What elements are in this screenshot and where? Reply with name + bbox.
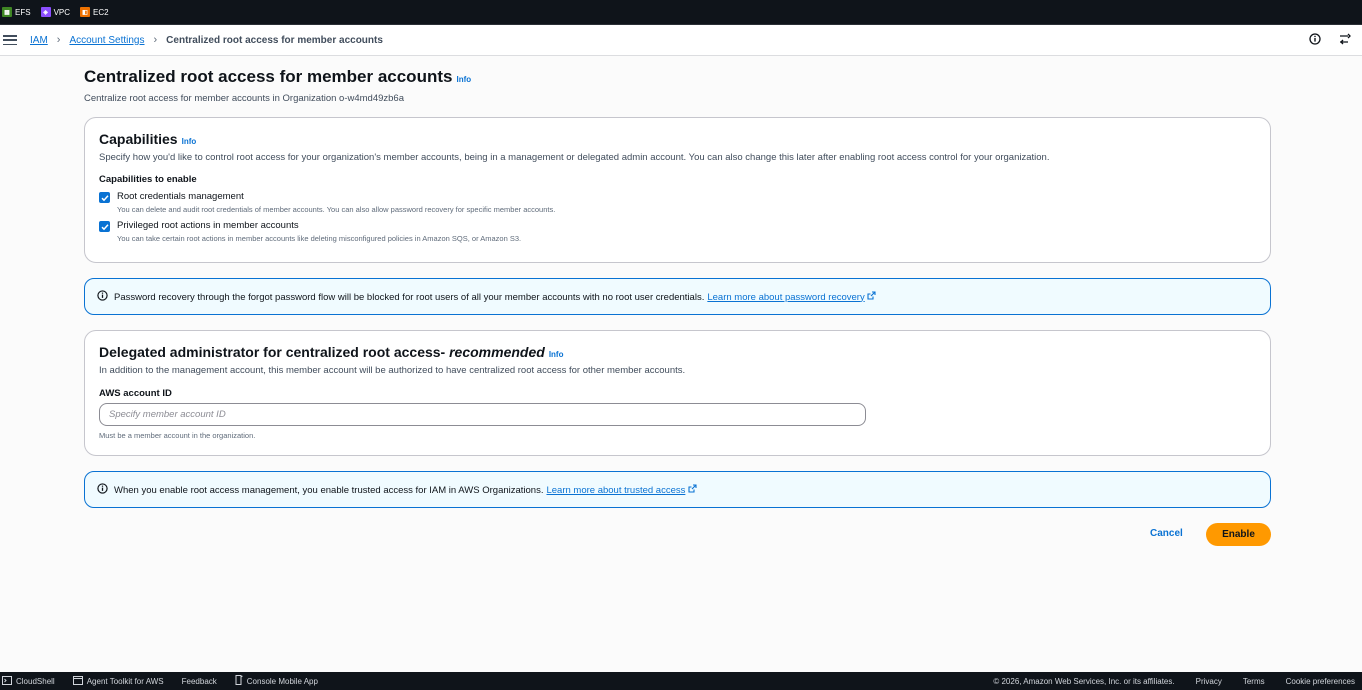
cookie-preferences-link[interactable]: Cookie preferences bbox=[1286, 677, 1355, 686]
footer-label: CloudShell bbox=[16, 676, 55, 686]
checkbox-privileged-root-actions[interactable]: Privileged root actions in member accoun… bbox=[99, 220, 521, 243]
copyright: © 2026, Amazon Web Services, Inc. or its… bbox=[993, 676, 1175, 686]
external-link-icon bbox=[688, 483, 697, 496]
breadcrumb-account-settings[interactable]: Account Settings bbox=[69, 35, 144, 46]
ec2-icon: ◧ bbox=[80, 7, 91, 17]
favorite-label: VPC bbox=[53, 7, 71, 17]
info-link[interactable]: Info bbox=[456, 75, 471, 84]
terms-link[interactable]: Terms bbox=[1243, 677, 1265, 686]
account-id-label: AWS account ID bbox=[99, 388, 172, 399]
favorite-efs[interactable]: ▦ EFS bbox=[2, 7, 31, 17]
link-text: Learn more about password recovery bbox=[707, 291, 865, 303]
checkbox-checked-icon[interactable] bbox=[99, 221, 110, 232]
mobile-icon bbox=[235, 675, 243, 687]
checkbox-description: You can take certain root actions in mem… bbox=[117, 234, 522, 243]
window-icon bbox=[72, 675, 83, 687]
capabilities-card: Capabilities Info Specify how you'd like … bbox=[84, 117, 1271, 263]
footer-label: Console Mobile App bbox=[246, 676, 318, 686]
learn-more-password-recovery-link[interactable]: Learn more about password recovery bbox=[707, 292, 864, 303]
breadcrumb-bar: IAM › Account Settings › Centralized roo… bbox=[0, 25, 1362, 56]
cancel-button[interactable]: Cancel bbox=[1150, 528, 1183, 539]
footer-label: Feedback bbox=[181, 676, 217, 686]
favorite-vpc[interactable]: ◈ VPC bbox=[40, 7, 71, 17]
capabilities-description: Specify how you'd like to control root a… bbox=[99, 152, 1050, 163]
feedback-link[interactable]: Feedback bbox=[182, 677, 217, 686]
delegated-admin-description: In addition to the management account, t… bbox=[99, 365, 686, 376]
footer-label: Agent Toolkit for AWS bbox=[86, 676, 164, 686]
privacy-link[interactable]: Privacy bbox=[1196, 677, 1222, 686]
favorite-ec2[interactable]: ◧ EC2 bbox=[80, 7, 109, 17]
breadcrumb-current: Centralized root access for member accou… bbox=[166, 34, 383, 46]
favorites-bar: ▦ EFS ◈ VPC ◧ EC2 bbox=[0, 0, 1362, 25]
checkbox-root-credentials[interactable]: Root credentials management You can dele… bbox=[99, 191, 555, 214]
recommended-label: recommended bbox=[449, 344, 545, 360]
menu-icon[interactable] bbox=[3, 35, 17, 45]
page-title-text: Centralized root access for member accou… bbox=[84, 67, 453, 86]
delegated-admin-title: Delegated administrator for centralized … bbox=[99, 344, 563, 360]
page-subtitle: Centralize root access for member accoun… bbox=[84, 93, 404, 104]
account-id-hint: Must be a member account in the organiza… bbox=[99, 431, 256, 440]
info-link[interactable]: Info bbox=[182, 137, 197, 146]
info-icon bbox=[97, 482, 108, 497]
capabilities-title-text: Capabilities bbox=[99, 131, 178, 147]
checkbox-label: Root credentials management bbox=[117, 191, 244, 202]
info-icon bbox=[97, 289, 108, 304]
agent-toolkit-button[interactable]: Agent Toolkit for AWS bbox=[72, 675, 164, 687]
chevron-right-icon: › bbox=[153, 34, 158, 46]
link-text: Learn more about trusted access bbox=[546, 484, 686, 496]
favorite-label: EC2 bbox=[93, 7, 109, 17]
cloudshell-button[interactable]: CloudShell bbox=[2, 675, 55, 687]
footer: CloudShell Agent Toolkit for AWS Feedbac… bbox=[0, 672, 1362, 690]
split-panel-icon[interactable] bbox=[1339, 33, 1352, 45]
checkbox-description: You can delete and audit root credential… bbox=[117, 205, 556, 214]
password-recovery-alert: Password recovery through the forgot pas… bbox=[84, 278, 1271, 315]
learn-more-trusted-access-link[interactable]: Learn more about trusted access bbox=[546, 485, 685, 496]
efs-icon: ▦ bbox=[2, 7, 12, 17]
breadcrumb: IAM › Account Settings › Centralized roo… bbox=[30, 34, 383, 46]
favorite-label: EFS bbox=[15, 7, 31, 17]
account-id-input[interactable] bbox=[99, 403, 866, 426]
alert-text: When you enable root access management, … bbox=[114, 483, 697, 496]
delegated-title-text: Delegated administrator for centralized … bbox=[99, 344, 446, 360]
alert-message: When you enable root access management, … bbox=[114, 484, 544, 496]
chevron-right-icon: › bbox=[56, 34, 61, 46]
info-circle-icon[interactable] bbox=[1309, 33, 1321, 45]
console-mobile-app-link[interactable]: Console Mobile App bbox=[235, 675, 318, 687]
alert-text: Password recovery through the forgot pas… bbox=[114, 290, 876, 303]
terminal-icon bbox=[2, 675, 12, 687]
alert-message: Password recovery through the forgot pas… bbox=[114, 291, 705, 303]
page-title: Centralized root access for member accou… bbox=[84, 67, 471, 87]
info-link[interactable]: Info bbox=[549, 350, 564, 359]
checkbox-label: Privileged root actions in member accoun… bbox=[117, 220, 299, 231]
external-link-icon bbox=[867, 290, 876, 303]
vpc-icon: ◈ bbox=[40, 7, 51, 17]
capabilities-title: Capabilities Info bbox=[99, 131, 196, 147]
trusted-access-alert: When you enable root access management, … bbox=[84, 471, 1271, 508]
checkbox-checked-icon[interactable] bbox=[99, 192, 110, 203]
breadcrumb-iam[interactable]: IAM bbox=[30, 35, 48, 46]
delegated-admin-card: Delegated administrator for centralized … bbox=[84, 330, 1271, 456]
enable-button[interactable]: Enable bbox=[1206, 523, 1271, 546]
capabilities-group-label: Capabilities to enable bbox=[99, 174, 197, 185]
